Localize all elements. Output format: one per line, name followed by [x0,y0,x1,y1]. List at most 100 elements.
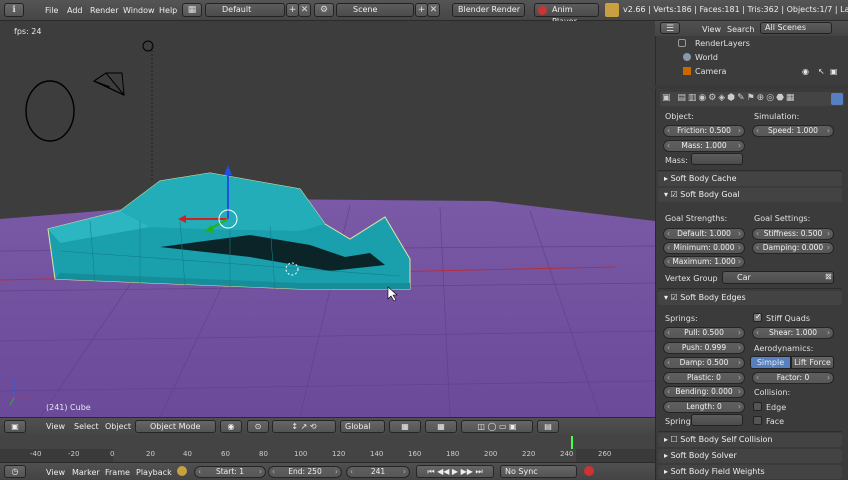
screen-layout-field[interactable]: Default [205,3,285,17]
fps-readout: fps: 24 [14,27,42,36]
end-frame-field[interactable]: End: 250 [268,466,342,478]
soft-body-cache-panel[interactable]: ▸ Soft Body Cache [658,172,842,186]
tick-label: 180 [446,450,460,458]
delete-scene-button[interactable]: ✕ [427,3,440,17]
spring-vertex-group-field[interactable] [691,414,743,426]
menu-help[interactable]: Help [159,4,177,17]
pull-field[interactable]: Pull: 0.500 [663,327,745,339]
mass-vertex-group-field[interactable] [691,153,743,165]
springs-label: Springs: [665,314,698,323]
tick-label: 140 [370,450,384,458]
goal-damping-field[interactable]: Damping: 0.000 [752,242,834,254]
goal-minimum-field[interactable]: Minimum: 0.000 [663,242,745,254]
clear-vertex-group-icon[interactable]: ⊠ [825,272,832,281]
camera-object[interactable] [92,72,125,96]
soft-body-goal-panel[interactable]: ▾ ☑ Soft Body Goal [658,188,842,202]
goal-default-field[interactable]: Default: 1.000 [663,228,745,240]
view-menu[interactable]: View [46,422,65,431]
speed-field[interactable]: Speed: 1.000 [752,125,834,137]
tick-label: 120 [332,450,346,458]
render-buttons[interactable]: ▤ [537,420,559,433]
snap-buttons[interactable]: ◫ ◯ ▭ ▣ [461,420,533,433]
delete-screen-button[interactable]: ✕ [298,3,311,17]
menu-window[interactable]: Window [123,4,155,17]
current-frame-marker[interactable] [571,436,573,449]
blender-logo-icon [605,3,619,17]
soft-body-edges-panel[interactable]: ▾ ☑ Soft Body Edges [658,291,842,305]
layer-buttons-1[interactable]: ▦ [389,420,421,433]
triangle-down-icon: ▾ ☑ [664,190,681,199]
marker-menu[interactable]: Marker [72,468,100,477]
3d-viewport[interactable]: fps: 24 (241) Cube [0,21,655,417]
plastic-field[interactable]: Plastic: 0 [663,372,745,384]
context-tab-icons[interactable]: ▣ ▤▥◉⚙◈⬢✎⚑⊕◎⬣▦ [662,93,796,103]
menu-add[interactable]: Add [67,4,83,17]
push-field[interactable]: Push: 0.999 [663,342,745,354]
goal-stiffness-field[interactable]: Stiffness: 0.500 [752,228,834,240]
select-arrow-icon[interactable]: ↖ [818,67,825,76]
playback-menu[interactable]: Playback [136,468,172,477]
frame-menu[interactable]: Frame [105,468,130,477]
auto-key-record-icon[interactable] [584,466,594,476]
tick-label: 260 [598,450,612,458]
timeline-editor-type-button[interactable]: ◷ [4,465,26,478]
visibility-eye-icon[interactable]: ◉ [802,67,809,76]
start-frame-field[interactable]: Start: 1 [194,466,266,478]
mode-select[interactable]: Object Mode [135,420,216,433]
tick-label: 100 [294,450,308,458]
manipulator-buttons[interactable]: ↕ ↗ ⟲ [272,420,336,433]
object-menu[interactable]: Object [105,422,131,431]
sync-select[interactable]: No Sync [500,465,577,478]
soft-body-field-weights-panel[interactable]: ▸ Soft Body Field Weights [658,465,842,479]
render-engine-select[interactable]: Blender Render [452,3,525,17]
aero-lift-force-button[interactable]: Lift Force [791,356,834,369]
outliner-search-menu[interactable]: Search [727,25,754,34]
outliner-item-camera[interactable]: Camera [695,67,726,76]
aero-simple-button[interactable]: Simple [750,356,791,369]
screen-icon[interactable]: ▦ [182,3,202,17]
vertex-group-field[interactable]: Car [722,271,834,284]
outliner-editor-type-button[interactable]: ☰ [660,22,680,34]
empty-circle-object[interactable] [25,80,75,142]
soft-body-solver-panel[interactable]: ▸ Soft Body Solver [658,449,842,463]
scene-icon[interactable]: ⚙ [314,3,334,17]
goal-strengths-label: Goal Strengths: [665,214,728,223]
shear-field[interactable]: Shear: 1.000 [752,327,834,339]
current-frame-field[interactable]: 241 [346,466,410,478]
outliner-item-renderlayers[interactable]: RenderLayers [695,39,750,48]
scene-field[interactable]: Scene [336,3,414,17]
render-camera-icon[interactable]: ▣ [830,67,838,76]
goal-settings-label: Goal Settings: [754,214,811,223]
editor-type-button[interactable]: ℹ [4,3,24,17]
length-field[interactable]: Length: 0 [663,401,745,413]
view-editor-type-button[interactable]: ▣ [4,420,26,433]
outliner-filter-select[interactable]: All Scenes [760,22,832,34]
factor-field[interactable]: Factor: 0 [752,372,834,384]
preview-range-icon[interactable] [177,466,187,476]
tick-label: -20 [68,450,80,458]
face-collision-checkbox[interactable] [753,416,762,425]
outliner-item-world[interactable]: World [695,53,718,62]
soft-body-self-collision-panel[interactable]: ▸ ☐ Soft Body Self Collision [658,433,842,447]
physics-tab-icon[interactable] [831,93,843,105]
select-menu[interactable]: Select [74,422,99,431]
playback-controls[interactable]: ⏮ ◀◀ ▶ ▶▶ ⏭ [416,465,494,478]
edge-collision-checkbox[interactable] [753,402,762,411]
stiff-quads-checkbox[interactable] [753,312,762,322]
outliner-view-menu[interactable]: View [702,25,721,34]
bending-field[interactable]: Bending: 0.000 [663,386,745,398]
orientation-select[interactable]: Global [340,420,385,433]
menu-render[interactable]: Render [90,4,118,17]
mass-field[interactable]: Mass: 1.000 [663,140,745,152]
viewport-scene[interactable] [0,21,655,417]
field-weights-panel-label: Soft Body Field Weights [670,467,765,476]
timeline-view-menu[interactable]: View [46,468,65,477]
shading-select[interactable]: ◉ [220,420,242,433]
pivot-select[interactable]: ⊙ [247,420,269,433]
menu-file[interactable]: File [45,4,58,17]
edges-panel-label: Soft Body Edges [680,293,746,302]
damp-field[interactable]: Damp: 0.500 [663,357,745,369]
friction-field[interactable]: Friction: 0.500 [663,125,745,137]
layer-buttons-2[interactable]: ▦ [425,420,457,433]
goal-maximum-field[interactable]: Maximum: 1.000 [663,256,745,268]
